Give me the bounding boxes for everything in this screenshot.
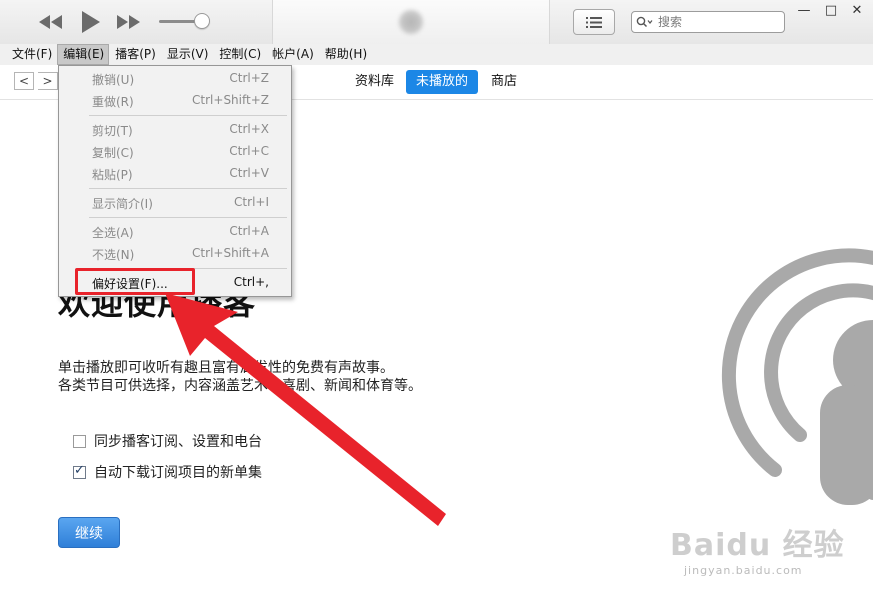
tab-unplayed[interactable]: 未播放的 <box>406 70 479 94</box>
auto-download-checkbox-label: 自动下载订阅项目的新单集 <box>94 465 262 481</box>
fast-forward-icon[interactable] <box>114 9 144 35</box>
tab-library[interactable]: 资料库 <box>345 70 404 94</box>
menu-edit[interactable]: 编辑(E) <box>57 44 110 65</box>
maximize-icon: □ <box>824 2 838 18</box>
sync-checkbox-label: 同步播客订阅、设置和电台 <box>94 434 262 450</box>
apple-logo-icon <box>399 10 423 34</box>
menu-separator <box>89 188 287 189</box>
watermark: Baidu 经验 jingyan.baidu.com <box>670 520 845 577</box>
menu-item-select-all[interactable]: 全选(A) Ctrl+A <box>59 221 291 241</box>
menu-item-select-none[interactable]: 不选(N) Ctrl+Shift+A <box>59 243 291 263</box>
auto-download-checkbox[interactable] <box>73 463 86 479</box>
menu-bar: 文件(F) 编辑(E) 播客(P) 显示(V) 控制(C) 帐户(A) 帮助(H… <box>0 44 873 65</box>
annotation-highlight-box <box>75 268 195 295</box>
play-icon[interactable] <box>76 9 104 35</box>
sync-checkbox[interactable] <box>73 434 86 448</box>
description-line-2: 各类节目可供选择，内容涵盖艺术、喜剧、新闻和体育等。 <box>58 378 422 394</box>
menu-podcast[interactable]: 播客(P) <box>109 44 161 65</box>
option-auto-download[interactable]: 自动下载订阅项目的新单集 <box>73 462 262 482</box>
search-input[interactable] <box>658 13 776 31</box>
menu-item-undo[interactable]: 撤销(U) Ctrl+Z <box>59 68 291 88</box>
chevron-right-icon: > <box>42 74 53 88</box>
chevron-left-icon: < <box>18 74 30 88</box>
tab-store[interactable]: 商店 <box>481 70 527 94</box>
player-toolbar: — □ ✕ <box>0 0 873 45</box>
volume-slider-knob[interactable] <box>194 13 210 29</box>
menu-item-cut[interactable]: 剪切(T) Ctrl+X <box>59 119 291 139</box>
menu-help[interactable]: 帮助(H) <box>319 44 372 65</box>
search-field[interactable] <box>631 11 785 33</box>
menu-separator <box>89 217 287 218</box>
back-button[interactable]: < <box>14 72 34 90</box>
close-icon: ✕ <box>851 2 863 18</box>
podcast-app-icon <box>721 248 873 505</box>
minimize-icon: — <box>797 2 811 18</box>
edit-menu-dropdown: 撤销(U) Ctrl+Z 重做(R) Ctrl+Shift+Z 剪切(T) Ct… <box>58 65 292 297</box>
search-icon <box>636 16 658 28</box>
menu-item-redo[interactable]: 重做(R) Ctrl+Shift+Z <box>59 90 291 110</box>
list-view-button[interactable] <box>573 9 615 35</box>
menu-item-copy[interactable]: 复制(C) Ctrl+C <box>59 141 291 161</box>
menu-controls[interactable]: 控制(C) <box>213 44 266 65</box>
menu-view[interactable]: 显示(V) <box>161 44 214 65</box>
rewind-icon[interactable] <box>36 9 66 35</box>
menu-item-paste[interactable]: 粘贴(P) Ctrl+V <box>59 163 291 183</box>
continue-button[interactable]: 继续 <box>58 517 120 548</box>
close-button[interactable]: ✕ <box>844 0 870 20</box>
menu-account[interactable]: 帐户(A) <box>266 44 319 65</box>
forward-button[interactable]: > <box>38 72 58 90</box>
menu-item-get-info[interactable]: 显示简介(I) Ctrl+I <box>59 192 291 212</box>
watermark-url: jingyan.baidu.com <box>684 564 803 577</box>
maximize-button[interactable]: □ <box>818 0 844 20</box>
now-playing-display <box>272 0 550 44</box>
description-line-1: 单击播放即可收听有趣且富有启发性的免费有声故事。 <box>58 360 394 376</box>
menu-file[interactable]: 文件(F) <box>0 44 57 65</box>
menu-separator <box>89 115 287 116</box>
watermark-text: Baidu 经验 <box>670 528 845 563</box>
option-sync-subscriptions[interactable]: 同步播客订阅、设置和电台 <box>73 431 262 451</box>
minimize-button[interactable]: — <box>791 0 817 20</box>
list-view-icon <box>586 16 602 28</box>
